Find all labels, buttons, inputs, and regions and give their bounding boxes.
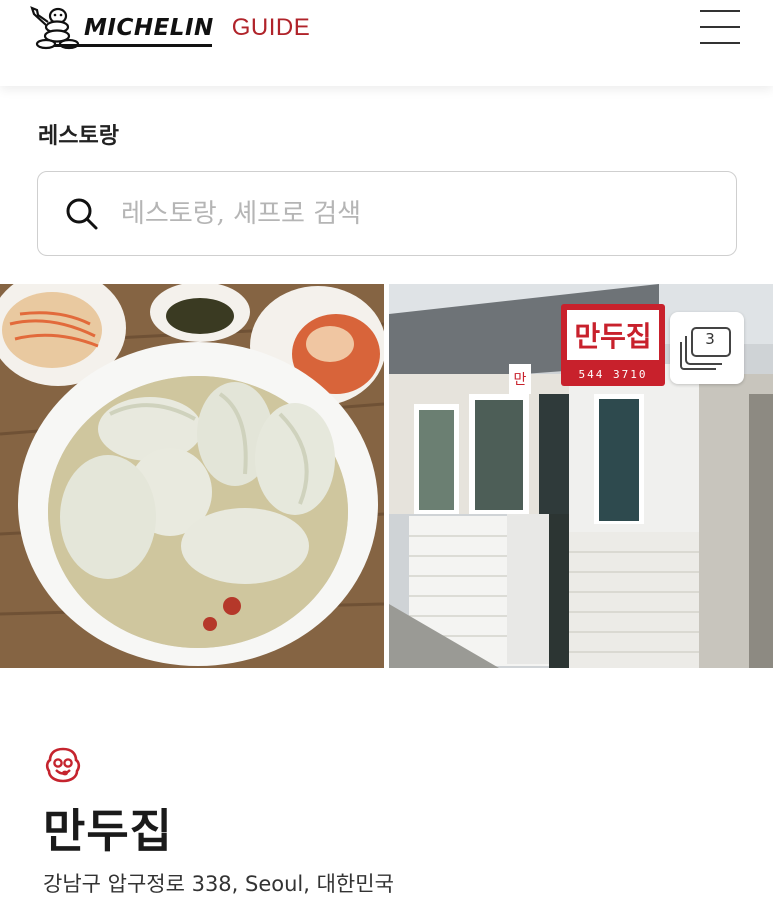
search-box[interactable] (37, 171, 737, 256)
search-input[interactable] (121, 198, 681, 229)
site-header: MICHELIN GUIDE (0, 0, 773, 86)
photo-count: 3 (705, 330, 715, 348)
photo-count-button[interactable]: 3 (670, 312, 744, 384)
shop-sign-text: 만두집 (574, 320, 651, 353)
michelin-wordmark: MICHELIN (54, 15, 214, 47)
restaurant-name: 만두집 (43, 804, 173, 858)
photo-gallery: 만두집 544 3710 만 (0, 284, 773, 668)
bib-gourmand-icon (45, 747, 81, 783)
section-title: 레스토랑 (38, 124, 119, 149)
michelin-guide-logo[interactable]: MICHELIN GUIDE (24, 4, 310, 52)
menu-line (700, 42, 740, 44)
mandu-soup-image (0, 284, 384, 668)
restaurant-address: 강남구 압구정로 338, Seoul, 대한민국 (43, 872, 394, 896)
menu-line (700, 26, 740, 28)
door-sign-text: 만 (514, 372, 527, 388)
search-icon (66, 198, 98, 229)
mandu-soup-photo[interactable] (0, 284, 384, 668)
menu-line (700, 10, 740, 12)
shop-sign-phone: 544 3710 (579, 368, 648, 381)
guide-wordmark: GUIDE (231, 14, 311, 41)
hamburger-menu-icon[interactable] (700, 10, 742, 44)
